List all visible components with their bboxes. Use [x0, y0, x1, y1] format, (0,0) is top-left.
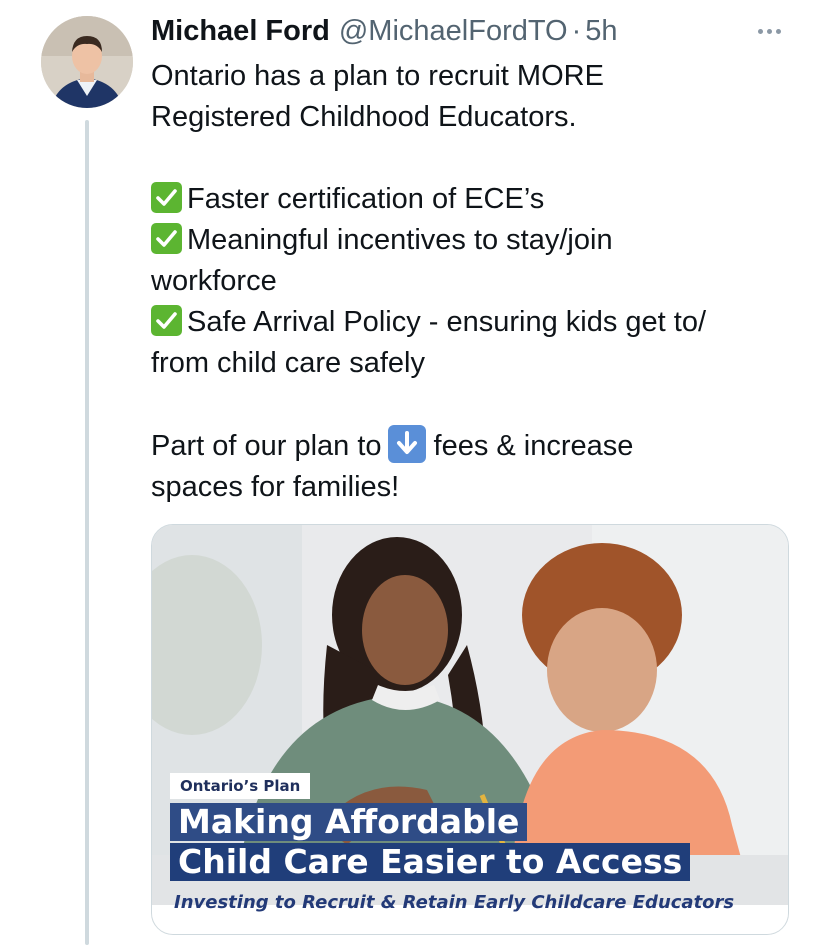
- tweet-header: Michael Ford @MichaelFordTO · 5h: [151, 12, 618, 50]
- bullet-text: Meaningful incentives to stay/join: [187, 224, 613, 256]
- separator-dot: ·: [571, 14, 582, 47]
- tweet-media-image[interactable]: Ontario’s Plan Making Affordable Child C…: [151, 524, 789, 935]
- bullet-text: Safe Arrival Policy - ensuring kids get …: [187, 306, 707, 338]
- tweet-line: Part of our plan to fees & increase: [151, 425, 801, 467]
- author-name[interactable]: Michael Ford: [151, 15, 330, 48]
- down-arrow-emoji-icon: [387, 425, 426, 463]
- thread-connector-line: [85, 120, 89, 945]
- timestamp[interactable]: 5h: [585, 15, 617, 48]
- image-subline: Investing to Recruit & Retain Early Chil…: [174, 892, 735, 913]
- check-mark-button-emoji-icon: [151, 182, 182, 213]
- tweet-line: Registered Childhood Educators.: [151, 101, 577, 133]
- tweet-line: from child care safely: [151, 347, 425, 379]
- image-headline-line1: Making Affordable: [170, 803, 528, 841]
- bullet-line: Meaningful incentives to stay/join: [151, 220, 801, 261]
- tweet-line: spaces for families!: [151, 471, 400, 503]
- check-mark-button-emoji-icon: [151, 223, 182, 254]
- tweet-text: Ontario has a plan to recruit MORE Regis…: [151, 56, 801, 508]
- check-mark-button-emoji-icon: [151, 305, 182, 336]
- tweet-text-segment: fees & increase: [433, 430, 634, 462]
- bullet-text: Faster certification of ECE’s: [187, 183, 545, 215]
- image-headline-line2: Child Care Easier to Access: [170, 843, 691, 881]
- author-avatar[interactable]: [41, 16, 133, 108]
- tweet-line: Ontario has a plan to recruit MORE: [151, 60, 604, 92]
- tweet-text-segment: Part of our plan to: [151, 430, 382, 462]
- image-kicker-label: Ontario’s Plan: [170, 773, 311, 799]
- bullet-line: Safe Arrival Policy - ensuring kids get …: [151, 302, 801, 343]
- more-options-icon[interactable]: [751, 16, 787, 46]
- bullet-line: Faster certification of ECE’s: [151, 179, 801, 220]
- author-handle[interactable]: @MichaelFordTO: [339, 15, 568, 48]
- tweet-line: workforce: [151, 265, 277, 297]
